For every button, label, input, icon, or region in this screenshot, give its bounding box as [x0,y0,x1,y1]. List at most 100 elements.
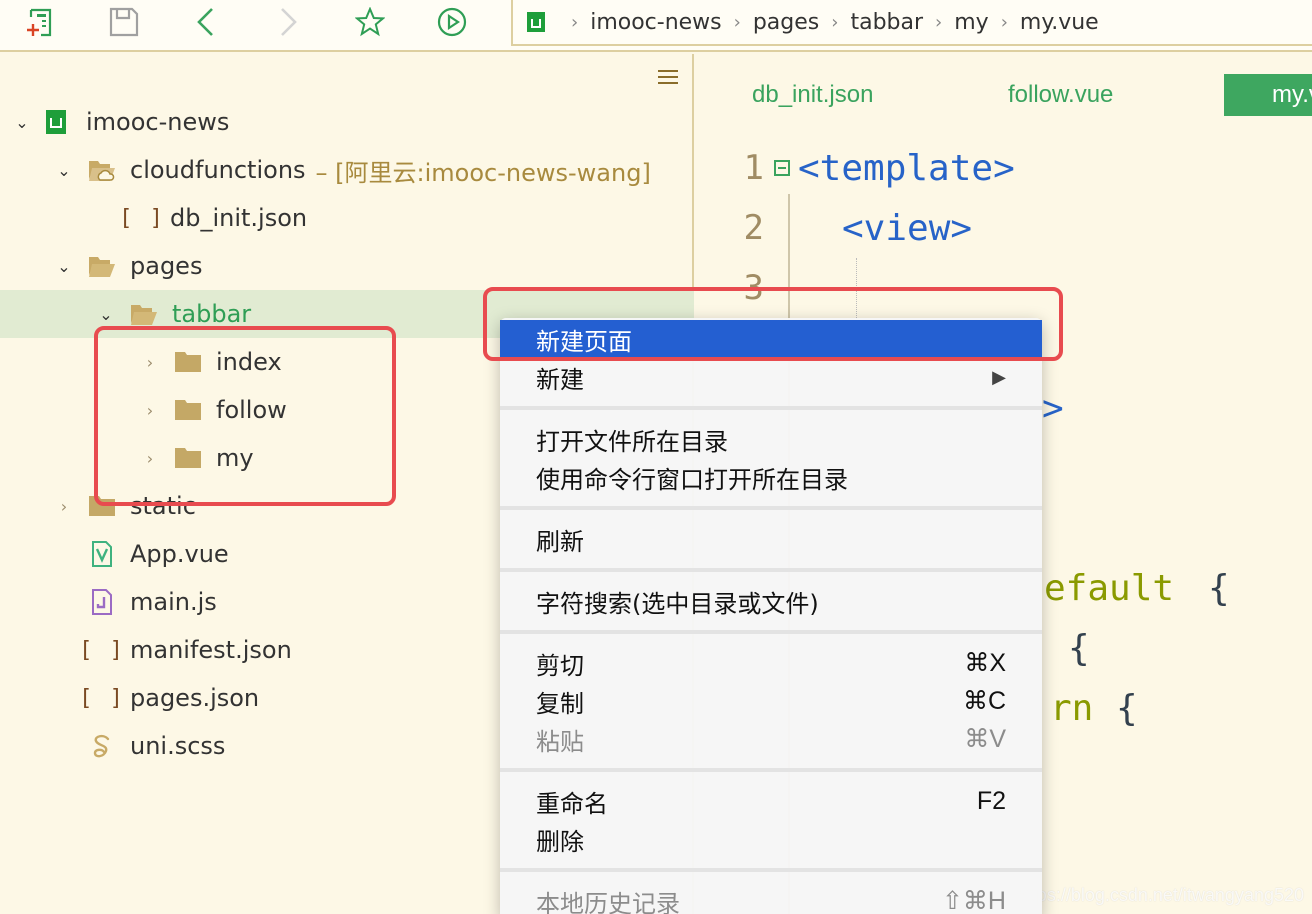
line-number: 2 [743,208,764,248]
menu-item-label: 字符搜索(选中目录或文件) [536,589,819,618]
tree-item-label: db_init.json [170,204,308,232]
chevron-right-icon[interactable]: › [140,448,160,468]
chevron-right-icon[interactable]: › [54,496,74,516]
breadcrumb-item-tabbar[interactable]: tabbar [850,10,923,35]
menu-item-cut[interactable]: 剪切 ⌘X [500,644,1042,682]
menu-item-rename[interactable]: 重命名 F2 [500,782,1042,820]
back-button[interactable] [188,4,224,40]
menu-item-label: 刷新 [536,527,584,556]
tree-item-label: follow [216,396,287,424]
chevron-down-icon[interactable]: ⌄ [54,160,74,180]
new-file-button[interactable] [22,4,58,40]
tree-item-db-init[interactable]: [ ] db_init.json [0,194,694,242]
forward-button[interactable] [270,4,306,40]
menu-separator [500,496,1042,520]
line-number: 1 [743,148,764,188]
tree-item-label: main.js [130,588,217,616]
menu-item-label: 重命名 [536,789,608,818]
folder-open-icon [88,255,116,277]
chevron-down-icon[interactable]: ⌄ [54,256,74,276]
menu-item-new[interactable]: 新建 ▶ [500,358,1042,396]
code-text: <view> [842,207,973,249]
tree-item-cloudfunctions[interactable]: ⌄ cloudfunctions – [阿里云:imooc-news-wang] [0,146,694,194]
editor-tabs: db_init.json follow.vue my.vue [696,74,1312,116]
code-text: <template> [798,147,1015,189]
menu-separator [500,620,1042,644]
explorer-menu-icon[interactable] [658,70,678,84]
code-text: efault [1044,567,1175,609]
menu-item-label: 新建 [536,365,584,394]
tree-item-label: pages [130,252,203,280]
toolbar: › imooc-news › pages › tabbar › my › my.… [0,0,1312,52]
line-number: 3 [743,268,764,308]
run-button[interactable] [434,4,470,40]
menu-item-shortcut: ⌘C [962,687,1006,715]
code-line: 3 [696,258,1312,318]
breadcrumb-separator: › [831,11,839,33]
code-line: 1 <template> [696,138,1312,198]
tree-item-label: cloudfunctions [130,156,306,184]
tree-item-label: static [130,492,196,520]
menu-separator [500,396,1042,420]
star-icon [355,7,385,37]
breadcrumb-item-project[interactable]: imooc-news [590,10,721,35]
favorite-button[interactable] [352,4,388,40]
menu-item-label: 粘贴 [536,727,584,756]
code-text: > [1042,387,1064,429]
chevron-down-icon[interactable]: ⌄ [96,304,116,324]
tree-item-pages[interactable]: ⌄ pages [0,242,694,290]
watermark: https://blog.csdn.net/itwangyang520 [1016,885,1304,905]
tab-db-init-json[interactable]: db_init.json [752,74,873,116]
breadcrumb-item-file[interactable]: my.vue [1020,10,1099,35]
menu-item-label: 打开文件所在目录 [536,427,728,456]
play-circle-icon [437,7,467,37]
breadcrumb-separator: › [733,11,741,33]
json-file-icon: [ ] [119,205,165,231]
chevron-left-icon [197,8,213,36]
save-icon [109,7,139,37]
tree-item-label: index [216,348,282,376]
menu-item-text-search[interactable]: 字符搜索(选中目录或文件) [500,582,1042,620]
menu-item-open-containing-folder[interactable]: 打开文件所在目录 [500,420,1042,458]
scss-file-icon [88,732,116,760]
folder-icon [88,495,116,517]
menu-item-label: 剪切 [536,651,584,680]
tree-item-project[interactable]: ⌄ imooc-news [0,98,694,146]
folder-open-icon [130,303,158,325]
project-logo-icon [46,110,66,134]
breadcrumb-item-my[interactable]: my [954,10,988,35]
menu-item-shortcut: F2 [976,786,1006,815]
chevron-right-icon [281,8,297,36]
cloud-space-tag: – [阿里云:imooc-news-wang] [315,158,651,187]
menu-item-local-history[interactable]: 本地历史记录 ⇧⌘H [500,882,1042,914]
context-menu: 新建页面 新建 ▶ 打开文件所在目录 使用命令行窗口打开所在目录 刷新 字符搜索… [500,318,1042,914]
menu-item-refresh[interactable]: 刷新 [500,520,1042,558]
menu-item-label: 删除 [536,827,584,856]
chevron-right-icon[interactable]: › [140,352,160,372]
menu-item-label: 新建页面 [536,327,632,356]
tree-item-label: tabbar [172,300,252,328]
menu-item-open-in-terminal[interactable]: 使用命令行窗口打开所在目录 [500,458,1042,496]
menu-item-copy[interactable]: 复制 ⌘C [500,682,1042,720]
tab-my-vue[interactable]: my.vue [1224,74,1312,116]
vue-file-icon [88,540,116,568]
menu-item-new-page[interactable]: 新建页面 [500,320,1042,358]
chevron-down-icon[interactable]: ⌄ [12,112,32,132]
tree-item-label: uni.scss [130,732,226,760]
tree-item-label: imooc-news [86,108,230,136]
menu-separator [500,558,1042,582]
menu-item-delete[interactable]: 删除 [500,820,1042,858]
chevron-right-icon[interactable]: › [140,400,160,420]
menu-item-paste[interactable]: 粘贴 ⌘V [500,720,1042,758]
save-button[interactable] [106,4,142,40]
js-file-icon [88,588,116,616]
tab-follow-vue[interactable]: follow.vue [1008,74,1113,116]
breadcrumb-item-pages[interactable]: pages [753,10,819,35]
menu-item-label: 本地历史记录 [536,889,680,914]
project-logo-icon [527,12,545,32]
new-file-icon [27,8,52,37]
menu-item-label: 使用命令行窗口打开所在目录 [536,465,848,494]
breadcrumb-separator: › [1000,11,1008,33]
tree-item-label: manifest.json [130,636,292,664]
fold-toggle-icon[interactable] [774,160,790,176]
